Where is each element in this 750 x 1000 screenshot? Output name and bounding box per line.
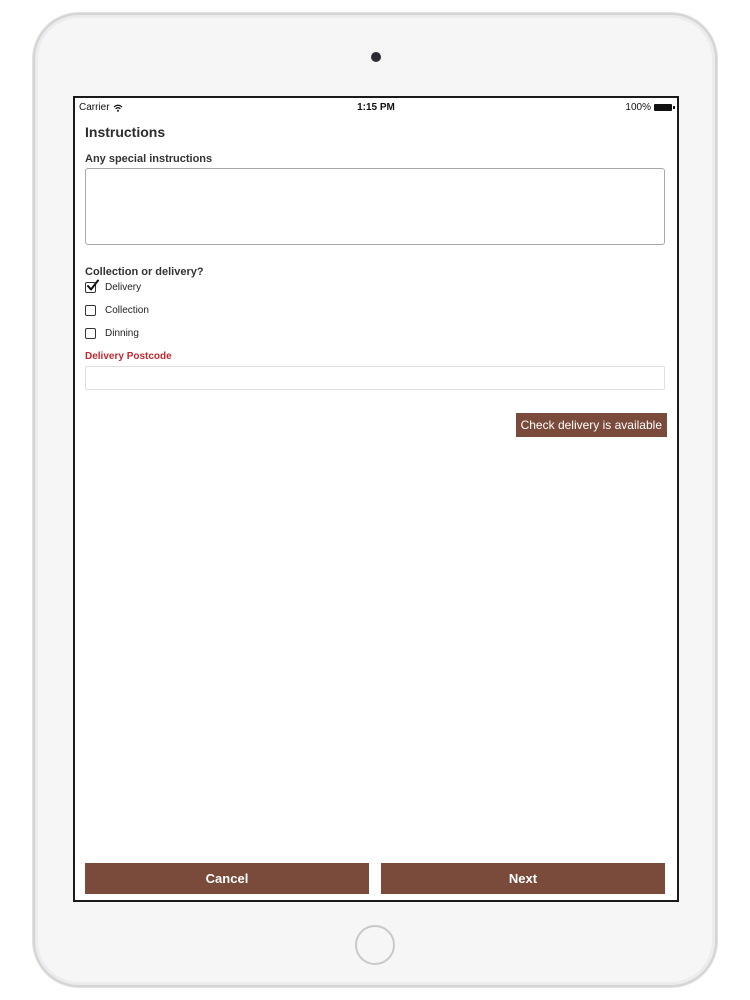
option-dinning[interactable]: Dinning	[85, 328, 139, 339]
collection-checkbox[interactable]	[85, 305, 96, 316]
status-bar: Carrier 1:15 PM 100%	[75, 98, 677, 116]
check-delivery-button[interactable]: Check delivery is available	[515, 413, 667, 437]
dinning-checkbox[interactable]	[85, 328, 96, 339]
app-screen: Carrier 1:15 PM 100% Instructions Any sp…	[73, 96, 679, 902]
status-time: 1:15 PM	[357, 102, 395, 113]
delivery-postcode-field[interactable]	[85, 366, 665, 390]
cancel-button[interactable]: Cancel	[85, 863, 369, 894]
next-button[interactable]: Next	[381, 863, 665, 894]
delivery-postcode-label: Delivery Postcode	[85, 351, 172, 362]
battery-icon	[654, 104, 675, 111]
collection-option-label: Collection	[105, 305, 149, 316]
special-instructions-field[interactable]	[85, 168, 665, 245]
delivery-option-label: Delivery	[105, 282, 142, 293]
page-title: Instructions	[85, 124, 166, 140]
delivery-checkbox[interactable]	[85, 279, 99, 293]
option-delivery[interactable]: Delivery	[85, 279, 142, 293]
collection-delivery-label: Collection or delivery?	[85, 266, 204, 278]
home-button[interactable]	[355, 925, 395, 965]
battery-indicator: 100%	[625, 102, 675, 113]
option-collection[interactable]: Collection	[85, 305, 149, 316]
dinning-option-label: Dinning	[105, 328, 139, 339]
front-camera	[371, 52, 381, 62]
battery-percent: 100%	[625, 102, 651, 113]
instructions-label: Any special instructions	[85, 153, 213, 165]
checkmark-icon	[87, 279, 99, 291]
